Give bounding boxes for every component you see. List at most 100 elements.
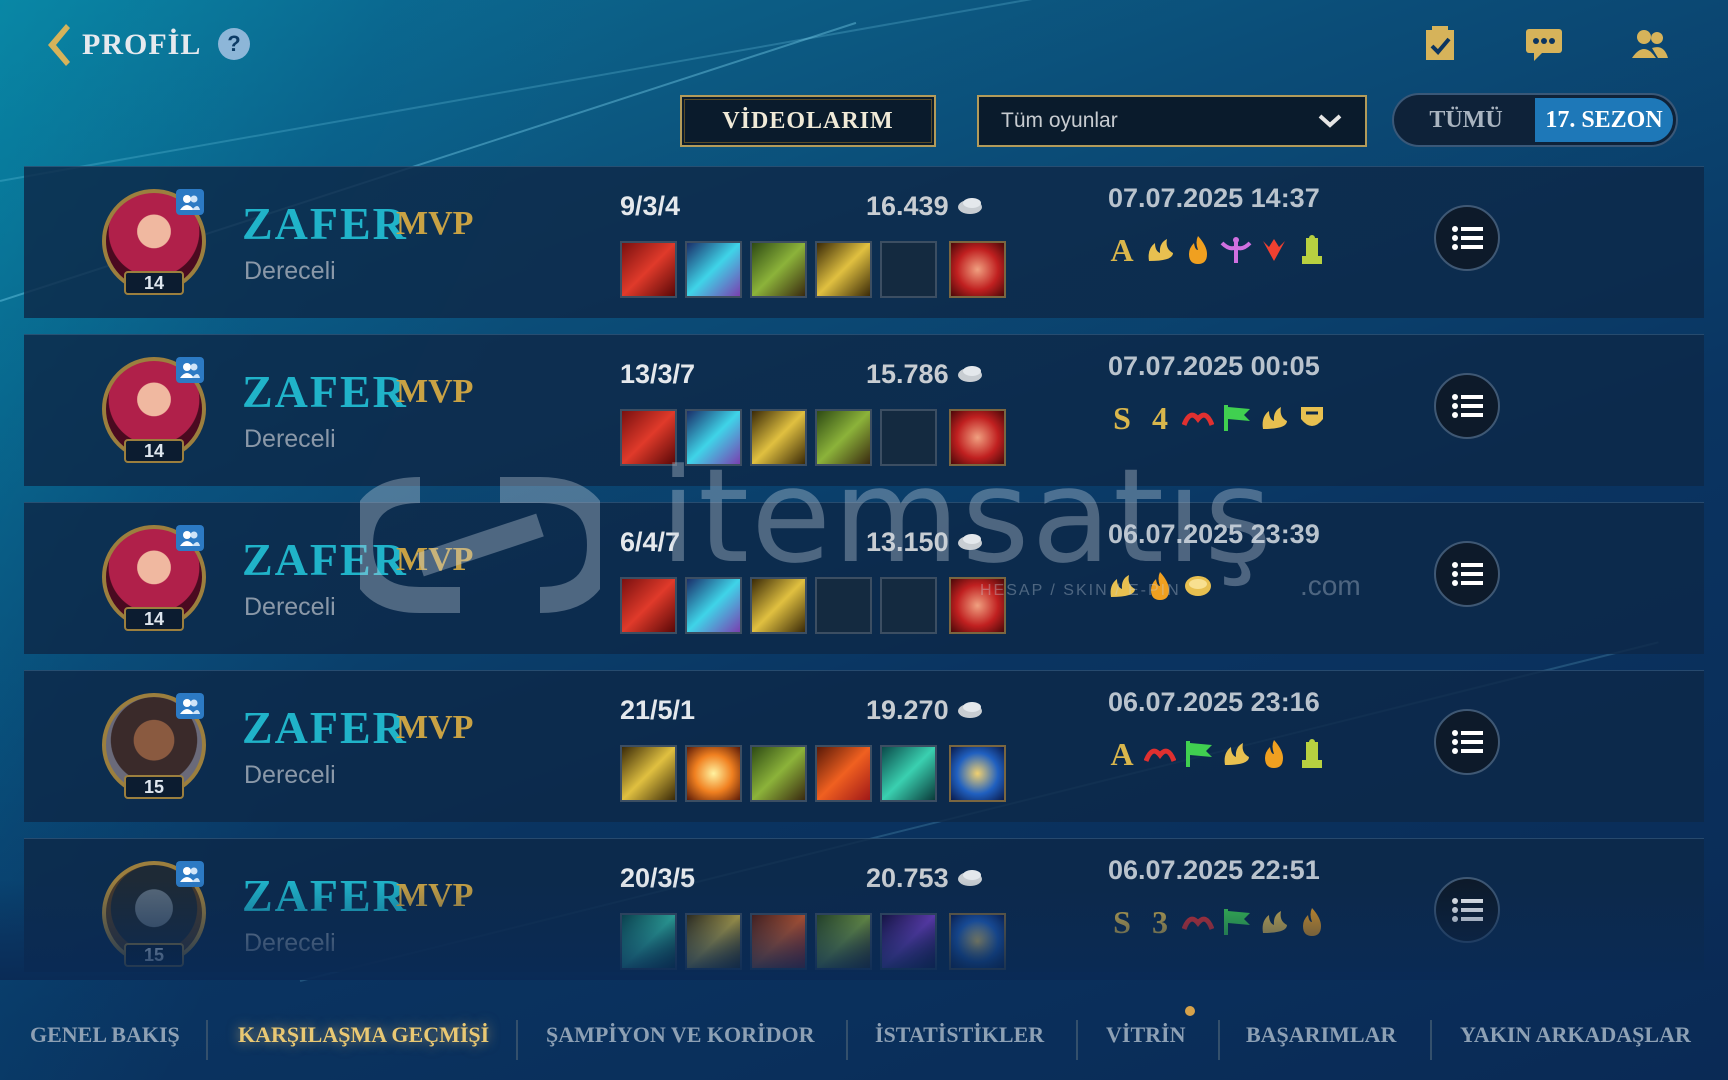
nav-tab[interactable]: VİTRİN: [1106, 1022, 1185, 1048]
totem-icon: [1296, 737, 1328, 771]
match-datetime: 06.07.2025 23:39: [1108, 519, 1320, 550]
crystal-item-icon[interactable]: [685, 577, 742, 634]
fire-icon: [1144, 569, 1176, 603]
match-datetime: 07.07.2025 14:37: [1108, 183, 1320, 214]
season-toggle[interactable]: TÜMÜ 17. SEZON: [1392, 93, 1678, 147]
totem-icon: [1296, 233, 1328, 267]
toggle-all[interactable]: TÜMÜ: [1397, 98, 1535, 142]
green-item-icon[interactable]: [750, 241, 807, 298]
trinket-blue-item-icon[interactable]: [949, 745, 1006, 802]
match-details-button[interactable]: [1434, 541, 1500, 607]
nav-tab[interactable]: YAKIN ARKADAŞLAR: [1460, 1022, 1691, 1048]
gold-coins-icon: [957, 527, 983, 558]
trinket-red-item-icon[interactable]: [949, 409, 1006, 466]
match-date: 07.07.2025: [1108, 183, 1244, 213]
red-item-icon[interactable]: [620, 409, 677, 466]
green-item-icon[interactable]: [815, 409, 872, 466]
rank-badge: A: [1110, 735, 1134, 772]
party-icon: [176, 189, 204, 215]
match-datetime: 06.07.2025 23:16: [1108, 687, 1320, 718]
player-name: ZAFER: [242, 198, 408, 249]
flame-gold-icon: [1106, 569, 1138, 603]
chat-icon[interactable]: [1524, 24, 1564, 64]
empty-item-slot[interactable]: [880, 577, 937, 634]
empty-item-slot[interactable]: [880, 409, 937, 466]
match-details-button[interactable]: [1434, 373, 1500, 439]
flame-gold-icon: [1258, 401, 1290, 435]
item-build: [620, 241, 1006, 298]
match-details-button[interactable]: [1434, 205, 1500, 271]
match-time: 23:16: [1250, 687, 1320, 717]
mvp-label: MVP: [396, 709, 474, 746]
match-date: 06.07.2025: [1108, 687, 1244, 717]
queue-type: Dereceli: [244, 761, 336, 789]
player-name: ZAFER: [242, 702, 408, 753]
gold-sword-item-icon[interactable]: [750, 577, 807, 634]
nav-separator: [516, 1020, 518, 1060]
champion-level: 14: [124, 271, 184, 295]
chevron-down-icon: [1318, 114, 1342, 128]
match-row[interactable]: 14 ZAFER MVP Dereceli 6/4/7 13.150 06.07.2025 …: [24, 502, 1704, 654]
back-button[interactable]: PROFİL: [44, 22, 201, 68]
empty-item-slot[interactable]: [880, 241, 937, 298]
list-icon: [1452, 730, 1483, 754]
gold-sword-item-icon[interactable]: [620, 745, 677, 802]
help-icon[interactable]: ?: [218, 28, 250, 60]
chevron-left-icon: [48, 24, 70, 66]
back-label: PROFİL: [82, 28, 202, 61]
mvp-label: MVP: [396, 541, 474, 578]
teal-item-icon[interactable]: [880, 745, 937, 802]
nav-tab[interactable]: KARŞILAŞMA GEÇMİŞİ: [238, 1022, 489, 1048]
list-icon: [1452, 394, 1483, 418]
match-details-button[interactable]: [1434, 709, 1500, 775]
gold-value: 13.150: [866, 527, 949, 557]
rank-badge: A: [1110, 231, 1134, 268]
trinket-red-item-icon[interactable]: [949, 241, 1006, 298]
achievement-badges: [1106, 569, 1214, 603]
gold-sword-item-icon[interactable]: [815, 241, 872, 298]
mvp-label: MVP: [396, 373, 474, 410]
champion-level: 14: [124, 439, 184, 463]
item-build: [620, 577, 1006, 634]
orange-burst-item-icon[interactable]: [685, 745, 742, 802]
crystal-item-icon[interactable]: [685, 241, 742, 298]
match-time: 14:37: [1250, 183, 1320, 213]
red-item-icon[interactable]: [620, 577, 677, 634]
nav-tab[interactable]: İSTATİSTİKLER: [875, 1022, 1044, 1048]
videos-button[interactable]: VİDEOLARIM: [680, 95, 936, 147]
gold-coins-icon: [957, 359, 983, 390]
nav-tab[interactable]: BAŞARIMLAR: [1246, 1022, 1396, 1048]
gold-earned: 13.150: [866, 527, 983, 558]
nav-tab[interactable]: GENEL BAKIŞ: [30, 1022, 180, 1048]
trinket-red-item-icon[interactable]: [949, 577, 1006, 634]
party-icon: [176, 357, 204, 383]
notification-dot: [1185, 1006, 1195, 1016]
friends-icon[interactable]: [1630, 24, 1670, 64]
match-date: 06.07.2025: [1108, 519, 1244, 549]
achievement-badges: A: [1106, 735, 1328, 772]
empty-item-slot[interactable]: [815, 577, 872, 634]
match-history-list[interactable]: 14 ZAFER MVP Dereceli 9/3/4 16.439 07.07.2025 …: [24, 166, 1704, 972]
gold-coins-icon: [957, 191, 983, 222]
kda-score: 13/3/7: [620, 359, 696, 389]
queue-type: Dereceli: [244, 257, 336, 285]
fire-item-icon[interactable]: [815, 745, 872, 802]
game-filter-select[interactable]: Tüm oyunlar: [977, 95, 1367, 147]
toggle-season[interactable]: 17. SEZON: [1535, 98, 1673, 142]
crystal-item-icon[interactable]: [685, 409, 742, 466]
flag-icon: [1182, 737, 1214, 771]
nav-tab[interactable]: ŞAMPİYON VE KORİDOR: [546, 1022, 815, 1048]
nav-separator: [206, 1020, 208, 1060]
queue-type: Dereceli: [244, 593, 336, 621]
green-item-icon[interactable]: [750, 745, 807, 802]
checklist-icon[interactable]: [1420, 24, 1460, 64]
angel-icon: [1220, 233, 1252, 267]
kda-score: 6/4/7: [620, 527, 681, 557]
red-claw-icon: [1258, 233, 1290, 267]
party-icon: [176, 693, 204, 719]
match-row[interactable]: 14 ZAFER MVP Dereceli 9/3/4 16.439 07.07.2025 …: [24, 166, 1704, 318]
gold-sword-item-icon[interactable]: [750, 409, 807, 466]
match-row[interactable]: 14 ZAFER MVP Dereceli 13/3/7 15.786 07.07.2025…: [24, 334, 1704, 486]
match-row[interactable]: 15 ZAFER MVP Dereceli 21/5/1 19.270 06.07.2025…: [24, 670, 1704, 822]
red-item-icon[interactable]: [620, 241, 677, 298]
